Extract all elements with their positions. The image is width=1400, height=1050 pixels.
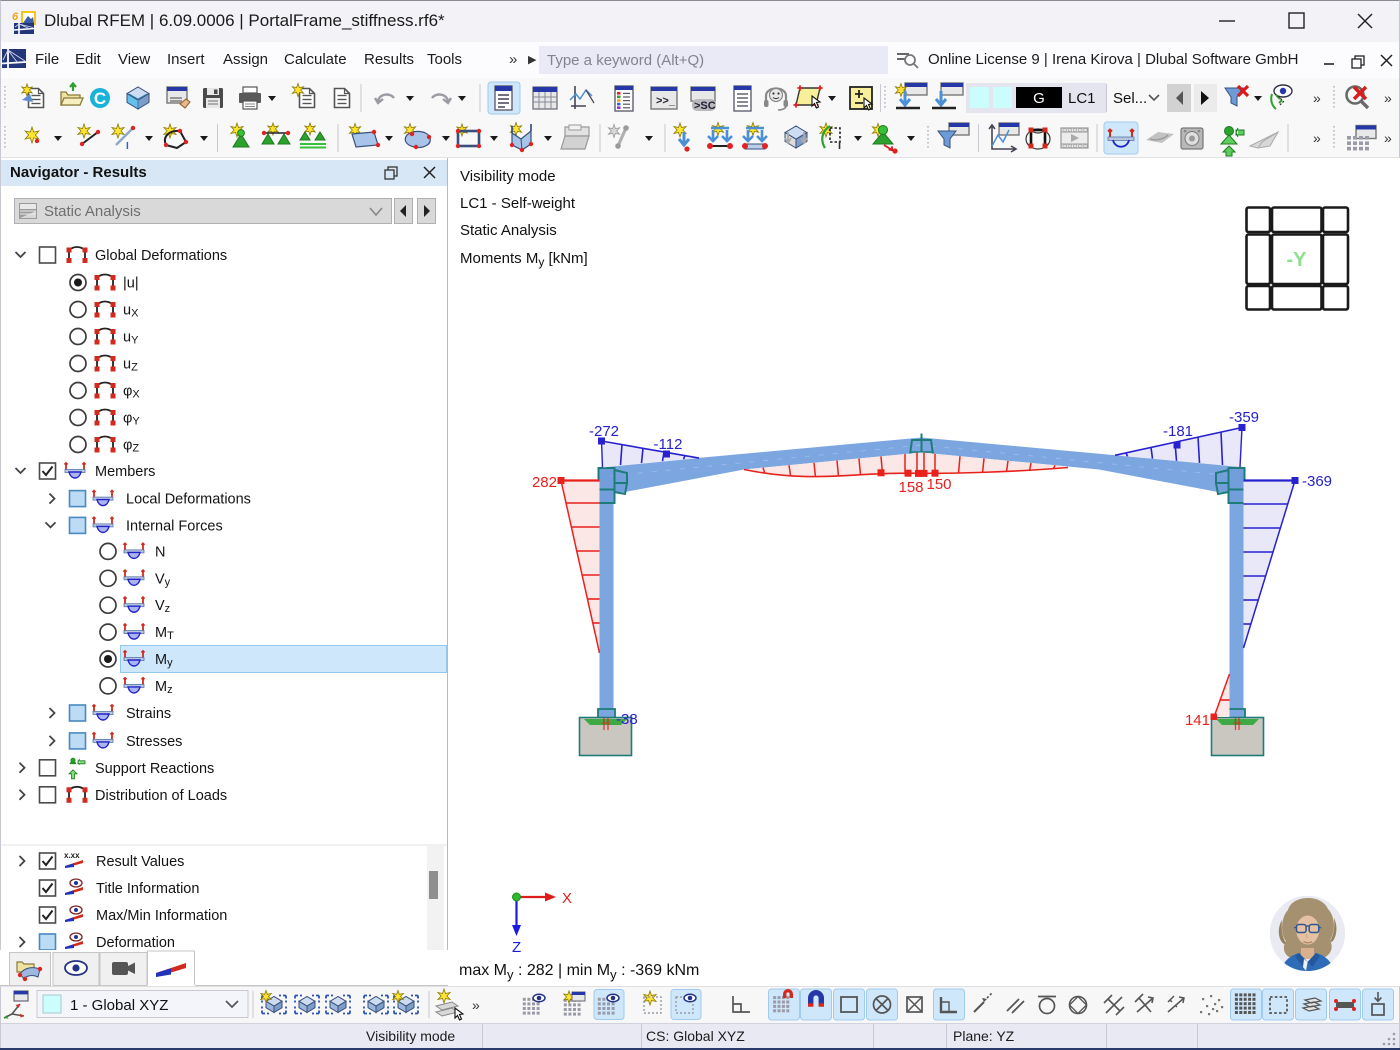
- svg-text:Deformation: Deformation: [96, 935, 175, 950]
- svg-text:-272: -272: [589, 423, 619, 440]
- svg-text:Vy: Vy: [155, 571, 171, 588]
- svg-text:φY: φY: [123, 411, 140, 428]
- svg-text:-359: -359: [1229, 409, 1259, 426]
- svg-text:»: »: [472, 997, 480, 1013]
- svg-text:MT: MT: [155, 625, 174, 642]
- svg-text:Sel...: Sel...: [1113, 90, 1147, 107]
- svg-text:Mz: Mz: [155, 679, 173, 696]
- svg-text:Visibility mode: Visibility mode: [460, 168, 556, 185]
- svg-text:X: X: [562, 890, 572, 907]
- svg-text:Z: Z: [512, 939, 521, 956]
- svg-text:6: 6: [12, 11, 19, 23]
- svg-text:-369: -369: [1302, 473, 1332, 490]
- svg-text:141: 141: [1185, 712, 1210, 729]
- svg-text:>>_: >>_: [656, 95, 676, 107]
- svg-text:150: 150: [926, 476, 951, 493]
- svg-text:max My : 282 | min My : -369 k: max My : 282 | min My : -369 kNm: [459, 962, 699, 982]
- svg-text:Static Analysis: Static Analysis: [460, 222, 557, 239]
- svg-text:»: »: [1313, 90, 1321, 106]
- svg-text:Stresses: Stresses: [126, 734, 182, 750]
- svg-text:G: G: [1033, 90, 1045, 107]
- svg-text:uY: uY: [123, 330, 139, 347]
- svg-text:φZ: φZ: [123, 438, 139, 455]
- svg-text:Max/Min Information: Max/Min Information: [96, 908, 227, 924]
- svg-text:-112: -112: [654, 436, 683, 453]
- svg-text:uX: uX: [123, 303, 139, 320]
- svg-text:uZ: uZ: [123, 357, 138, 374]
- svg-text:Title Information: Title Information: [96, 881, 199, 897]
- svg-text:»: »: [1384, 90, 1392, 106]
- svg-text:N: N: [155, 544, 165, 560]
- svg-text:Members: Members: [95, 464, 155, 480]
- svg-text:Global Deformations: Global Deformations: [95, 248, 227, 264]
- svg-text:»: »: [1313, 130, 1321, 146]
- svg-text:Result Values: Result Values: [96, 854, 184, 870]
- svg-text:Strains: Strains: [126, 706, 171, 722]
- svg-text:-Y: -Y: [1287, 249, 1308, 271]
- svg-text:158: 158: [898, 479, 923, 496]
- svg-text:-181: -181: [1163, 423, 1193, 440]
- svg-text:Distribution of Loads: Distribution of Loads: [95, 788, 227, 804]
- svg-text:1 - Global XYZ: 1 - Global XYZ: [70, 997, 168, 1014]
- svg-text:|u|: |u|: [123, 276, 139, 292]
- svg-text:I: I: [838, 140, 841, 152]
- svg-text:I: I: [126, 141, 129, 152]
- svg-text:»: »: [1384, 130, 1392, 146]
- svg-text:φX: φX: [123, 384, 140, 401]
- svg-text:Local Deformations: Local Deformations: [126, 492, 251, 508]
- svg-text:282: 282: [532, 474, 557, 491]
- svg-text:C: C: [94, 89, 106, 108]
- svg-text:LC1 - Self-weight: LC1 - Self-weight: [460, 195, 576, 212]
- svg-text:Vz: Vz: [155, 598, 170, 615]
- svg-text:Support Reactions: Support Reactions: [95, 761, 214, 777]
- svg-text:-38: -38: [616, 711, 638, 728]
- svg-text:LC1: LC1: [1068, 90, 1096, 107]
- svg-text:Internal Forces: Internal Forces: [126, 518, 223, 534]
- svg-text:>SC: >SC: [694, 100, 716, 112]
- svg-text:Moments My [kNm]: Moments My [kNm]: [460, 250, 588, 269]
